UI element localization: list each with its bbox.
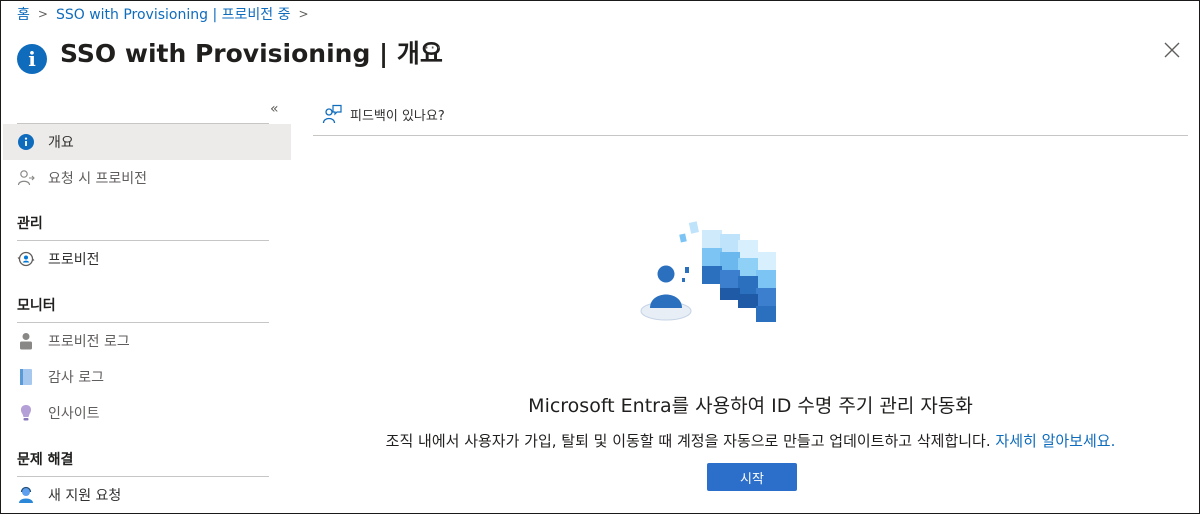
insights-icon (16, 403, 36, 423)
start-button[interactable]: 시작 (707, 463, 797, 491)
info-icon: i (17, 44, 47, 74)
feedback-icon (322, 104, 342, 124)
audit-log-icon (16, 367, 36, 387)
breadcrumb: 홈 > SSO with Provisioning | 프로비전 중 > (17, 4, 309, 24)
learn-more-link[interactable]: 자세히 알아보세요. (995, 432, 1115, 450)
breadcrumb-home[interactable]: 홈 (17, 4, 30, 24)
support-request-icon (16, 485, 36, 505)
sidebar-item-audit-logs[interactable]: 감사 로그 (3, 359, 291, 395)
close-icon[interactable] (1162, 38, 1182, 62)
feedback-link[interactable]: 피드백이 있나요? (322, 104, 445, 124)
sidebar-item-new-support-request[interactable]: 새 지원 요청 (3, 477, 291, 513)
sidebar-item-label: 프로비전 로그 (48, 334, 130, 350)
sidebar-item-overview[interactable]: 개요 (3, 124, 291, 160)
sidebar-item-provisioning-logs[interactable]: 프로비전 로그 (3, 323, 291, 359)
headline: Microsoft Entra를 사용하여 ID 수명 주기 관리 자동화 (528, 395, 973, 417)
sidebar-item-label: 감사 로그 (48, 370, 104, 386)
group-label-monitor: 모니터 (17, 298, 56, 314)
provisioning-icon (16, 249, 36, 269)
identity-lifecycle-illustration (640, 221, 776, 322)
user-provision-icon (16, 168, 36, 188)
collapse-sidebar-icon[interactable]: « (270, 101, 279, 117)
chevron-right-icon: > (298, 7, 309, 21)
description: 조직 내에서 사용자가 가입, 탈퇴 및 이동할 때 계정을 자동으로 만들고 … (313, 430, 1188, 451)
description-text: 조직 내에서 사용자가 가입, 탈퇴 및 이동할 때 계정을 자동으로 만들고 … (385, 432, 991, 450)
sidebar-item-label: 개요 (48, 135, 74, 151)
more-options-button[interactable]: ··· (424, 38, 442, 57)
chevron-right-icon: > (37, 7, 48, 21)
breadcrumb-current[interactable]: SSO with Provisioning | 프로비전 중 (56, 4, 291, 24)
divider (313, 135, 1188, 136)
group-label-troubleshoot: 문제 해결 (17, 452, 74, 468)
page-title: SSO with Provisioning | 개요 (60, 39, 443, 68)
sidebar-item-label: 인사이트 (48, 406, 100, 422)
sidebar-item-label: 프로비전 (48, 252, 100, 268)
group-label-manage: 관리 (17, 216, 43, 232)
sidebar-item-label: 새 지원 요청 (48, 488, 122, 504)
sidebar-item-label: 요청 시 프로비전 (48, 171, 148, 187)
sidebar-item-insights[interactable]: 인사이트 (3, 395, 291, 431)
info-icon (16, 132, 36, 152)
provisioning-log-icon (16, 331, 36, 351)
feedback-label: 피드백이 있나요? (350, 108, 445, 124)
sidebar-item-provision-on-demand[interactable]: 요청 시 프로비전 (3, 160, 291, 196)
sidebar-item-provisioning[interactable]: 프로비전 (3, 241, 291, 277)
